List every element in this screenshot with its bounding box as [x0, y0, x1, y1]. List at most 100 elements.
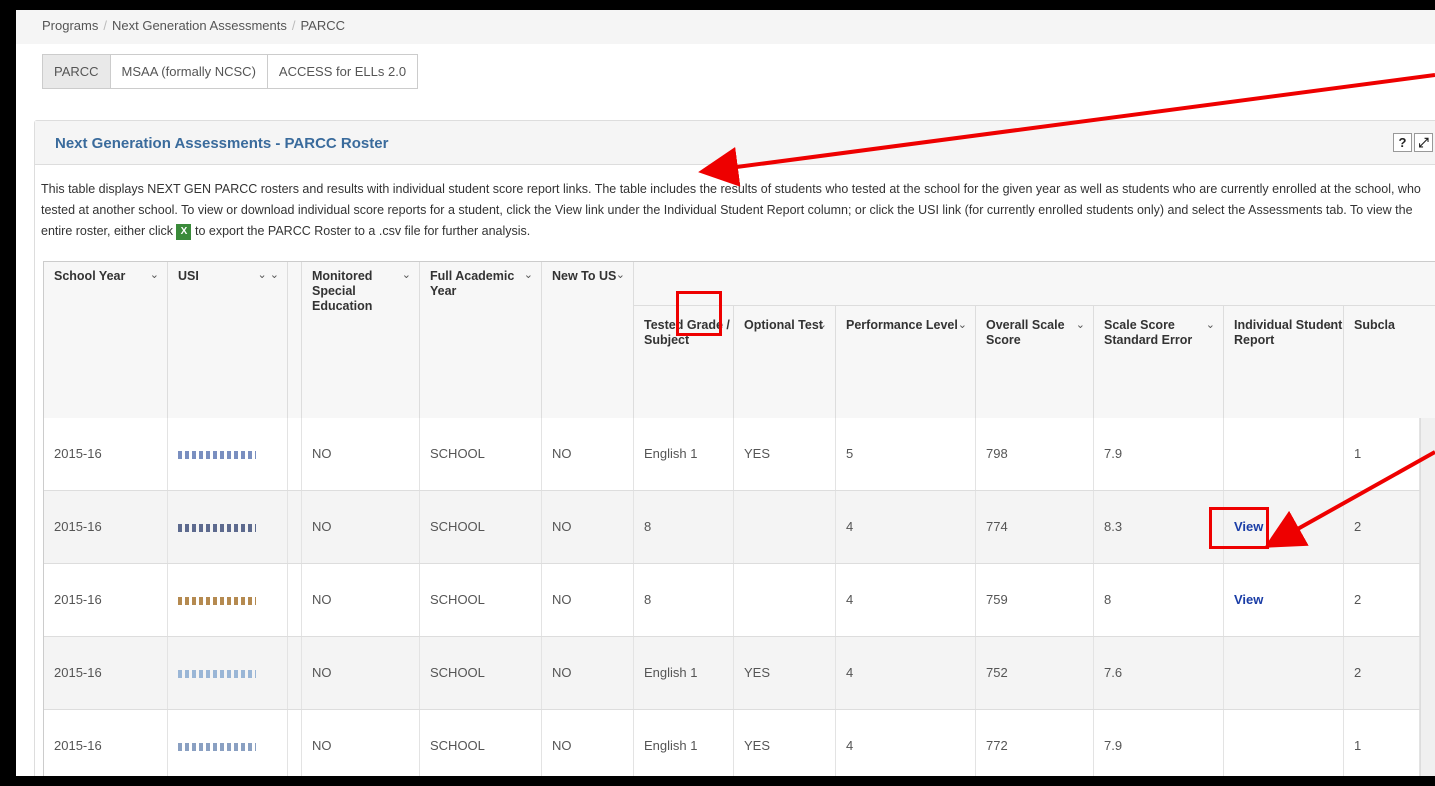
table-row: 2015-16 NO SCHOOL NO 8 4 759 8 View 2 [44, 564, 1420, 637]
cell-score: 772 [976, 710, 1094, 776]
row-divider [288, 637, 302, 709]
col-new-to-us[interactable]: New To US ⌄ [542, 262, 634, 418]
breadcrumb-next-gen[interactable]: Next Generation Assessments [112, 18, 287, 33]
annotation-box-excel [676, 291, 722, 336]
col-performance-level[interactable]: Performance Level ⌄ [836, 306, 976, 418]
excel-export-icon[interactable]: X [176, 223, 192, 240]
cell-err: 7.6 [1094, 637, 1224, 709]
tab-parcc[interactable]: PARCC [42, 54, 111, 89]
tab-msaa[interactable]: MSAA (formally NCSC) [109, 54, 268, 89]
panel-title: Next Generation Assessments - PARCC Rost… [35, 121, 1435, 165]
cell-individual-report [1224, 418, 1344, 490]
cell-sub: 1 [1344, 710, 1420, 776]
row-divider [288, 491, 302, 563]
cell-opt [734, 491, 836, 563]
cell-err: 8 [1094, 564, 1224, 636]
cell-year: 2015-16 [44, 491, 168, 563]
cell-perf: 4 [836, 637, 976, 709]
cell-sub: 2 [1344, 564, 1420, 636]
cell-err: 7.9 [1094, 418, 1224, 490]
cell-fay: SCHOOL [420, 564, 542, 636]
cell-individual-report [1224, 637, 1344, 709]
cell-grade: English 1 [634, 637, 734, 709]
cell-year: 2015-16 [44, 710, 168, 776]
cell-opt: YES [734, 710, 836, 776]
usi-redacted-value[interactable] [178, 742, 256, 751]
cell-new: NO [542, 418, 634, 490]
cell-year: 2015-16 [44, 418, 168, 490]
cell-opt [734, 564, 836, 636]
panel-description: This table displays NEXT GEN PARCC roste… [41, 179, 1435, 242]
cell-sub: 2 [1344, 637, 1420, 709]
col-optional-test[interactable]: Optional Test ⌄ [734, 306, 836, 418]
col-divider [288, 262, 302, 418]
breadcrumb-programs[interactable]: Programs [42, 18, 98, 33]
expand-icon[interactable]: ⤢ [1414, 133, 1433, 152]
cell-fay: SCHOOL [420, 637, 542, 709]
usi-redacted-value[interactable] [178, 669, 256, 678]
cell-perf: 4 [836, 564, 976, 636]
table-row: 2015-16 NO SCHOOL NO English 1 YES 4 752 7.6 2 [44, 637, 1420, 710]
cell-individual-report [1224, 710, 1344, 776]
usi-cell-redacted [168, 710, 288, 776]
cell-new: NO [542, 637, 634, 709]
col-std-error[interactable]: Scale Score Standard Error ⌄ [1094, 306, 1224, 418]
cell-year: 2015-16 [44, 637, 168, 709]
usi-cell-redacted [168, 564, 288, 636]
cell-score: 752 [976, 637, 1094, 709]
col-usi[interactable]: USI ⌄ ⌄ [168, 262, 288, 418]
cell-year: 2015-16 [44, 564, 168, 636]
col-overall-score[interactable]: Overall Scale Score ⌄ [976, 306, 1094, 418]
page: Programs / Next Generation Assessments / PAR… [16, 10, 1435, 776]
usi-cell-redacted [168, 637, 288, 709]
cell-sub: 2 [1344, 491, 1420, 563]
col-subclaim[interactable]: Subcla [1344, 306, 1435, 418]
cell-grade: 8 [634, 564, 734, 636]
row-divider [288, 710, 302, 776]
cell-mon: NO [302, 418, 420, 490]
roster-panel: Next Generation Assessments - PARCC Rost… [34, 120, 1435, 776]
cell-mon: NO [302, 637, 420, 709]
cell-mon: NO [302, 491, 420, 563]
row-divider [288, 418, 302, 490]
cell-new: NO [542, 710, 634, 776]
usi-cell-redacted [168, 418, 288, 490]
description-text-2: to export the PARCC Roster to a .csv fil… [194, 224, 531, 238]
row-divider [288, 564, 302, 636]
cell-grade: English 1 [634, 418, 734, 490]
cell-grade: 8 [634, 491, 734, 563]
usi-redacted-value[interactable] [178, 596, 256, 605]
col-monitored[interactable]: Monitored Special Education ⌄ [302, 262, 420, 418]
cell-sub: 1 [1344, 418, 1420, 490]
col-group-header [634, 262, 1435, 306]
breadcrumb: Programs / Next Generation Assessments / PAR… [16, 10, 1435, 44]
view-report-link[interactable]: View [1234, 592, 1263, 607]
cell-mon: NO [302, 564, 420, 636]
panel-tools: ? ⤢ [1393, 133, 1433, 152]
cell-fay: SCHOOL [420, 710, 542, 776]
annotation-box-view [1209, 507, 1269, 549]
cell-new: NO [542, 564, 634, 636]
cell-new: NO [542, 491, 634, 563]
cell-score: 759 [976, 564, 1094, 636]
col-full-academic[interactable]: Full Academic Year ⌄ [420, 262, 542, 418]
cell-opt: YES [734, 418, 836, 490]
help-icon[interactable]: ? [1393, 133, 1412, 152]
cell-perf: 4 [836, 710, 976, 776]
usi-redacted-value[interactable] [178, 523, 256, 532]
cell-fay: SCHOOL [420, 491, 542, 563]
table-row: 2015-16 NO SCHOOL NO English 1 YES 4 772 7.9 1 [44, 710, 1420, 776]
col-individual-report[interactable]: Individual Student Report ⌄ [1224, 306, 1344, 418]
cell-err: 8.3 [1094, 491, 1224, 563]
table-row: 2015-16 NO SCHOOL NO English 1 YES 5 798 7.9 1 [44, 418, 1420, 491]
col-school-year[interactable]: School Year ⌄ [44, 262, 168, 418]
usi-cell-redacted [168, 491, 288, 563]
breadcrumb-current: PARCC [300, 18, 346, 33]
tab-access[interactable]: ACCESS for ELLs 2.0 [266, 54, 419, 89]
usi-redacted-value[interactable] [178, 450, 256, 459]
cell-fay: SCHOOL [420, 418, 542, 490]
cell-err: 7.9 [1094, 710, 1224, 776]
table-scrollbar[interactable] [1420, 418, 1435, 776]
cell-grade: English 1 [634, 710, 734, 776]
cell-score: 798 [976, 418, 1094, 490]
